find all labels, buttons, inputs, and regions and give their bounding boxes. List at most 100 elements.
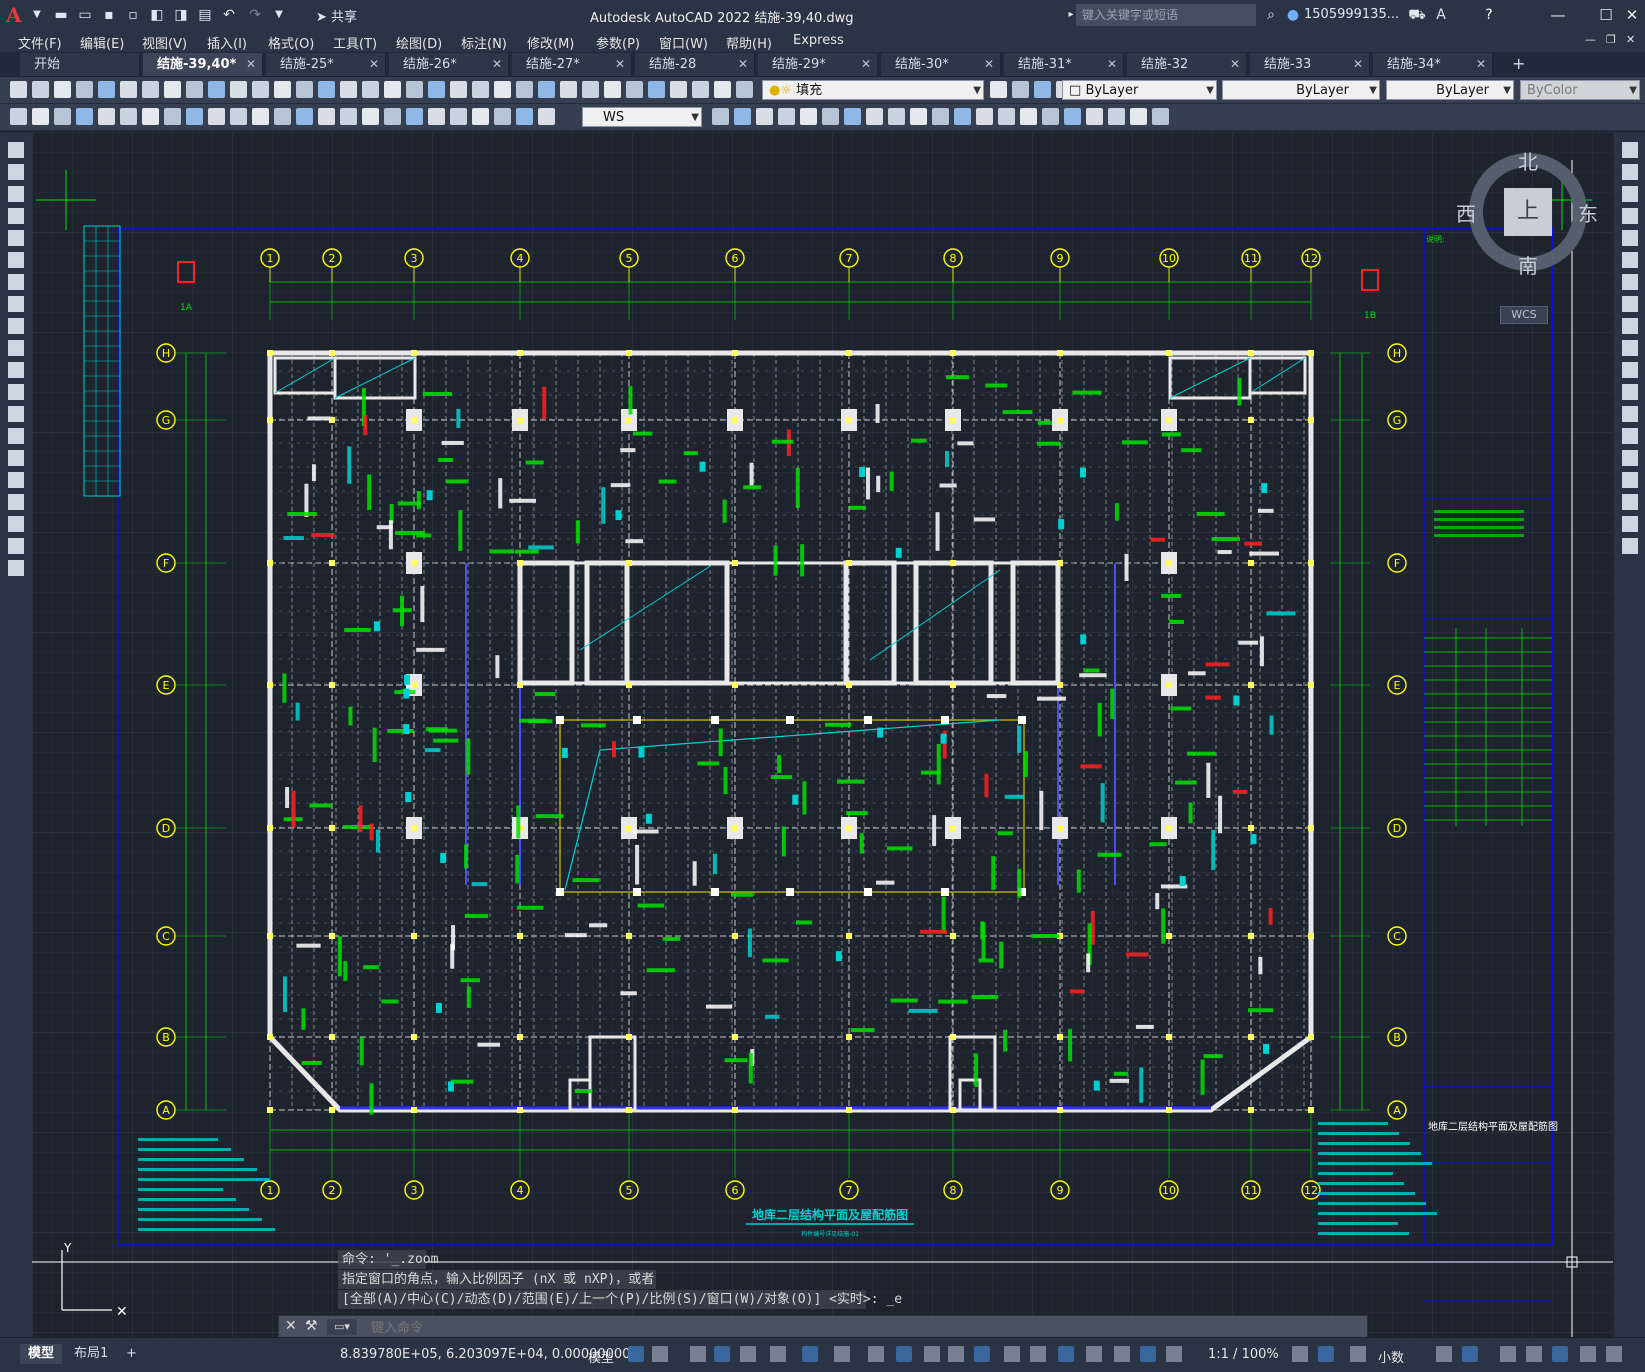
units-dropdown[interactable]: 小数 [1378,1347,1404,1366]
status-toggle-icon[interactable] [740,1346,756,1362]
draw-tool-icon[interactable] [8,384,24,400]
modify-tool-icon[interactable] [1622,186,1638,202]
coordinate-readout[interactable]: 8.839780E+05, 6.203097E+04, 0.00000000 [340,1347,630,1362]
save-icon[interactable]: ▪ [100,5,118,25]
toolbar-tool-icon[interactable] [428,81,445,98]
viewcube-top-face[interactable]: 上 [1504,188,1552,236]
tab-close-icon[interactable]: ✕ [369,53,379,76]
status-toggle-icon[interactable] [896,1346,912,1362]
status-toggle-icon[interactable] [1318,1346,1334,1362]
modify-tool-icon[interactable] [1622,142,1638,158]
modify-tool-icon[interactable] [1622,494,1638,510]
status-toggle-icon[interactable] [974,1346,990,1362]
help-icon[interactable]: ? [1480,5,1498,25]
toolbar-tool-icon[interactable] [692,81,709,98]
modify-tool-icon[interactable] [1064,108,1081,125]
save-as-icon[interactable]: ▫ [124,5,142,25]
status-toggle-icon[interactable] [1606,1346,1622,1362]
dimension-tool-icon[interactable] [384,108,401,125]
dimension-tool-icon[interactable] [538,108,555,125]
toolbar-tool-icon[interactable] [362,81,379,98]
draw-tool-icon[interactable] [8,472,24,488]
draw-tool-icon[interactable] [8,186,24,202]
dimension-tool-icon[interactable] [54,108,71,125]
plot-icon[interactable]: ▤ [196,5,214,25]
draw-tool-icon[interactable] [8,362,24,378]
dimension-tool-icon[interactable] [10,108,27,125]
status-toggle-icon[interactable] [802,1346,818,1362]
layout-tab-layout1[interactable]: 布局1 [66,1344,116,1364]
tab-start[interactable]: 开始 [20,53,140,76]
toolbar-tool-icon[interactable] [142,81,159,98]
autodesk-app-icon[interactable]: A [1432,5,1450,25]
status-toggle-icon[interactable] [652,1346,668,1362]
menu-help[interactable]: 帮助(H) [726,33,772,52]
modify-tool-icon[interactable] [844,108,861,125]
menu-format[interactable]: 格式(O) [268,33,314,52]
dimension-tool-icon[interactable] [274,108,291,125]
dimension-tool-icon[interactable] [76,108,93,125]
toolbar-tool-icon[interactable] [32,81,49,98]
plotstyle-dropdown[interactable]: ByColor ▼ [1520,80,1640,100]
cad-drawing[interactable]: 说明:地库二层结构平面及屋配筋图Y✕ 112233445566778899101… [32,132,1613,1337]
status-toggle-icon[interactable] [1500,1346,1516,1362]
status-toggle-icon[interactable] [948,1346,964,1362]
modify-tool-icon[interactable] [1622,538,1638,554]
dimension-tool-icon[interactable] [230,108,247,125]
modify-tool-icon[interactable] [734,108,751,125]
modify-tool-icon[interactable] [1622,384,1638,400]
maximize-button[interactable]: ☐ [1594,4,1618,26]
new-file-icon[interactable]: ▬ [52,5,70,25]
toolbar-tool-icon[interactable] [714,81,731,98]
status-toggle-icon[interactable] [1580,1346,1596,1362]
recent-commands-icon[interactable]: ▭▾ [327,1319,357,1335]
doc-close-icon[interactable]: ✕ [1626,33,1635,46]
modify-tool-icon[interactable] [998,108,1015,125]
toolbar-tool-icon[interactable] [384,81,401,98]
draw-tool-icon[interactable] [8,516,24,532]
toolbar-tool-icon[interactable] [120,81,137,98]
draw-tool-icon[interactable] [8,252,24,268]
toolbar-tool-icon[interactable] [736,81,753,98]
dimension-tool-icon[interactable] [516,108,533,125]
open-file-icon[interactable]: ▭ [76,5,94,25]
dimension-tool-icon[interactable] [362,108,379,125]
toolbar-tool-icon[interactable] [648,81,665,98]
tab-jieshi-33[interactable]: 结施-33 ✕ [1250,53,1370,76]
toolbar-tool-icon[interactable] [10,81,27,98]
modify-tool-icon[interactable] [1622,230,1638,246]
menu-view[interactable]: 视图(V) [142,33,187,52]
user-icon[interactable]: ● [1284,5,1302,25]
doc-minimize-icon[interactable]: — [1585,33,1596,46]
tab-jieshi-29[interactable]: 结施-29* ✕ [758,53,878,76]
status-toggle-icon[interactable] [1166,1346,1182,1362]
toolbar-tool-icon[interactable] [340,81,357,98]
draw-tool-icon[interactable] [8,340,24,356]
modify-tool-icon[interactable] [888,108,905,125]
tab-close-icon[interactable]: ✕ [615,53,625,76]
toolbar-tool-icon[interactable] [318,81,335,98]
tab-jieshi-31[interactable]: 结施-31* ✕ [1004,53,1124,76]
status-toggle-icon[interactable] [1552,1346,1568,1362]
tab-jieshi-27[interactable]: 结施-27* ✕ [512,53,632,76]
new-tab-icon[interactable]: + [1512,54,1525,73]
toolbar-tool-icon[interactable] [252,81,269,98]
modify-tool-icon[interactable] [954,108,971,125]
tab-jieshi-32[interactable]: 结施-32 ✕ [1127,53,1247,76]
cart-icon[interactable]: ⛟ [1408,5,1426,25]
toolbar-tool-icon[interactable] [296,81,313,98]
layer-tool-icon[interactable] [990,81,1007,98]
dimension-tool-icon[interactable] [32,108,49,125]
search-icon[interactable]: ⌕ [1262,5,1280,25]
toolbar-tool-icon[interactable] [538,81,555,98]
status-toggle-icon[interactable] [690,1346,706,1362]
tab-close-icon[interactable]: ✕ [1230,53,1240,76]
modify-tool-icon[interactable] [976,108,993,125]
dimension-tool-icon[interactable] [252,108,269,125]
status-toggle-icon[interactable] [770,1346,786,1362]
layer-tool-icon[interactable] [1034,81,1051,98]
drawing-area[interactable]: 说明: 地库二层结构平面及屋配筋图 Y ✕ 1 1 2 2 3 3 4 4 5 5 6 6 7 7 8 8 9 9 10 1… [32,132,1613,1337]
modify-tool-icon[interactable] [756,108,773,125]
tab-close-icon[interactable]: ✕ [1107,53,1117,76]
close-button[interactable]: ✕ [1620,4,1644,26]
